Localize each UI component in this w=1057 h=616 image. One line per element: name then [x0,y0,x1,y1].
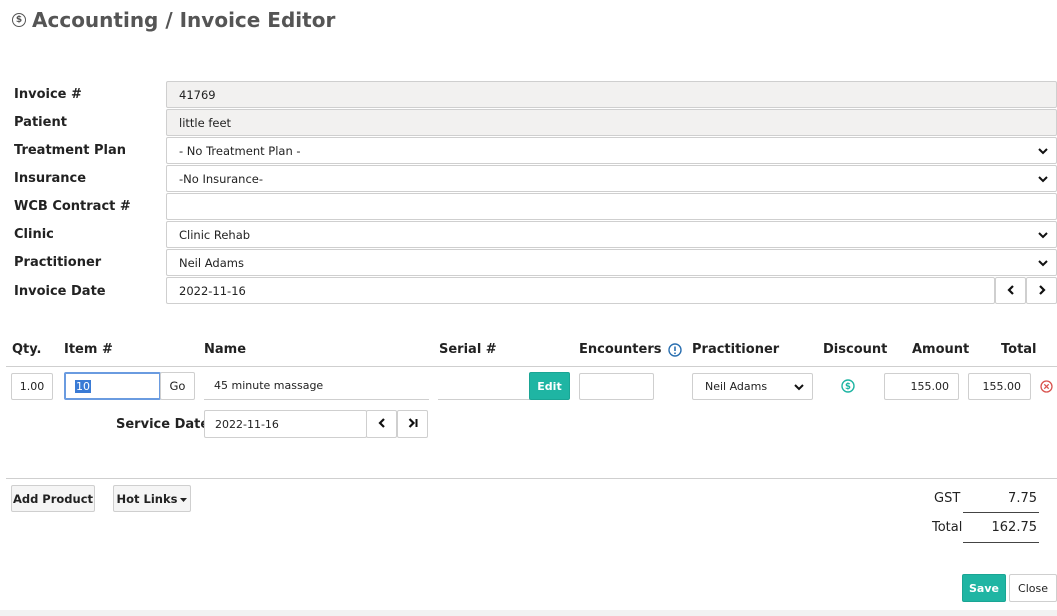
footer-divider [6,478,1057,479]
insurance-value: -No Insurance- [179,171,264,186]
invoice-number-field: 41769 [166,81,1057,108]
grand-total-label: Total [932,520,963,535]
serial-input[interactable] [438,372,530,400]
header-name: Name [204,342,247,357]
service-date-input[interactable]: 2022-11-16 [204,410,367,438]
info-icon[interactable] [668,342,683,357]
header-encounters: Encounters [579,342,683,357]
header-encounters-label: Encounters [579,342,662,357]
wcb-contract-input[interactable] [166,193,1057,220]
chevron-left-icon [377,416,387,432]
chevron-right-icon [1037,283,1047,299]
item-number-value: 10 [75,379,91,393]
qty-input[interactable]: 1.00 [11,373,53,400]
caret-down-icon [180,492,188,506]
dollar-circle-icon: $ [12,13,26,27]
item-number-input[interactable]: 10 [64,372,161,400]
treatment-plan-select[interactable]: - No Treatment Plan - [166,137,1057,164]
insurance-label: Insurance [14,171,87,186]
total-value: 155.00 [982,380,1022,393]
hot-links-button[interactable]: Hot Links [113,485,191,512]
encounters-input[interactable] [579,373,654,400]
service-date-label: Service Date [116,417,210,432]
practitioner-value: Neil Adams [179,255,244,270]
item-name-input[interactable]: 45 minute massage [204,372,429,400]
page-title: Accounting / Invoice Editor [32,8,336,32]
total-input: 155.00 [968,373,1031,400]
wcb-contract-label: WCB Contract # [14,199,131,214]
header-total: Total [1001,342,1037,357]
grand-total-value: 162.75 [991,520,1038,535]
gst-underline [963,512,1039,513]
svg-text:$: $ [845,382,851,392]
add-product-button[interactable]: Add Product [11,485,95,512]
bottom-band [0,610,1057,616]
item-name-value: 45 minute massage [214,379,324,392]
page-header: $ Accounting / Invoice Editor [12,8,335,32]
header-qty: Qty. [12,342,42,357]
amount-value: 155.00 [910,380,950,393]
patient-value: little feet [179,115,232,130]
invoice-number-value: 41769 [179,87,216,102]
invoice-date-next-button[interactable] [1026,277,1057,304]
patient-label: Patient [14,115,67,130]
gst-value: 7.75 [1008,491,1037,506]
chevron-down-icon [1037,145,1049,157]
hot-links-label: Hot Links [116,491,178,506]
total-underline [963,542,1039,543]
close-button[interactable]: Close [1009,574,1057,602]
invoice-date-value: 2022-11-16 [179,283,246,298]
service-date-prev-button[interactable] [366,410,397,438]
clinic-label: Clinic [14,227,54,242]
header-practitioner: Practitioner [692,342,780,357]
service-date-last-button[interactable] [397,410,428,438]
invoice-date-prev-button[interactable] [995,277,1026,304]
chevron-down-icon [793,381,805,396]
service-date-value: 2022-11-16 [215,417,279,431]
row-practitioner-value: Neil Adams [705,380,768,393]
header-discount: Discount [823,342,888,357]
clinic-value: Clinic Rehab [179,227,251,242]
invoice-date-input[interactable]: 2022-11-16 [166,277,995,304]
qty-value: 1.00 [19,380,45,393]
row-practitioner-select[interactable]: Neil Adams [692,373,813,400]
header-amount: Amount [912,342,970,357]
header-item: Item # [64,342,113,357]
chevron-down-icon [1037,173,1049,185]
patient-field: little feet [166,109,1057,136]
remove-row-icon[interactable] [1040,380,1053,398]
amount-input[interactable]: 155.00 [884,373,959,400]
chevron-down-icon [1037,257,1049,269]
treatment-plan-value: - No Treatment Plan - [179,143,301,158]
gst-label: GST [934,491,961,506]
chevron-right-bar-icon [407,416,419,432]
invoice-date-label: Invoice Date [14,284,106,299]
invoice-number-label: Invoice # [14,87,82,102]
header-divider [6,366,1057,367]
chevron-left-icon [1006,283,1016,299]
chevron-down-icon [1037,229,1049,241]
header-serial: Serial # [439,342,497,357]
clinic-select[interactable]: Clinic Rehab [166,221,1057,248]
edit-button[interactable]: Edit [529,372,570,400]
save-button[interactable]: Save [962,574,1006,602]
practitioner-label: Practitioner [14,255,102,270]
go-button[interactable]: Go [160,372,195,400]
practitioner-select[interactable]: Neil Adams [166,249,1057,276]
treatment-plan-label: Treatment Plan [14,143,127,158]
insurance-select[interactable]: -No Insurance- [166,165,1057,192]
discount-icon[interactable]: $ [841,379,855,398]
